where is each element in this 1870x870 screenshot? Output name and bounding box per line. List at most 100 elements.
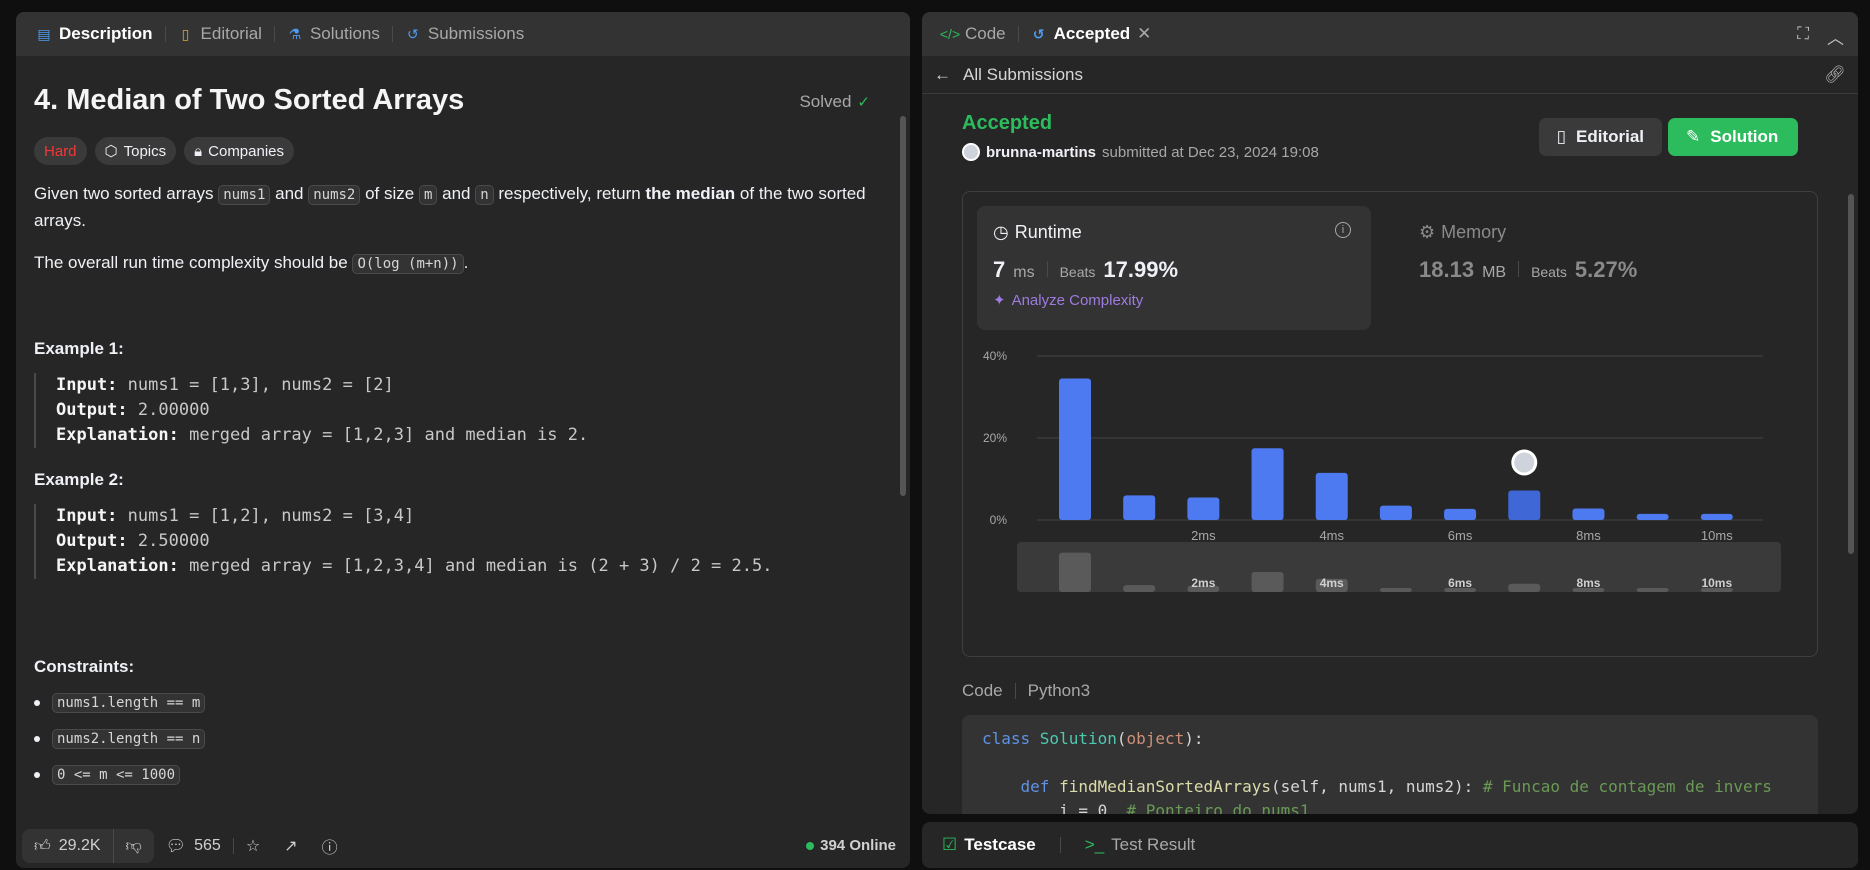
input-value: nums1 = [1,2], nums2 = [3,4] — [127, 506, 415, 526]
all-submissions-link[interactable]: All Submissions — [963, 65, 1083, 85]
tab-submissions[interactable]: ↺ Submissions — [397, 12, 532, 56]
explanation-label: Explanation: — [56, 425, 179, 445]
text: The overall run time complexity should b… — [34, 253, 353, 272]
topics-label: Topics — [123, 142, 167, 160]
bullet — [34, 700, 40, 706]
runtime-card[interactable]: ◷ Runtime i 7 ms Beats 17.99% ✦ Analyze … — [977, 206, 1371, 330]
fullscreen-icon[interactable]: ⛶ — [1797, 24, 1809, 49]
analyze-complexity-label: Analyze Complexity — [1011, 291, 1144, 309]
tab-editorial[interactable]: ▯ Editorial — [170, 12, 270, 56]
code-token: ( — [1116, 729, 1127, 748]
y-tick-label: 40% — [983, 349, 1007, 363]
memory-label-text: Memory — [1441, 222, 1507, 242]
chart-bar — [1315, 472, 1348, 520]
description-icon: ▤ — [37, 25, 51, 42]
code-header: Code Python3 — [962, 681, 1818, 701]
scrollbar[interactable] — [1848, 194, 1854, 554]
tab-description[interactable]: ▤ Description — [28, 12, 161, 56]
clock-icon: ◷ — [993, 222, 1009, 242]
link-icon[interactable]: 🔗︎ — [1824, 65, 1846, 85]
tab-separator — [1059, 837, 1061, 853]
tab-test-result-label: Test Result — [1111, 835, 1196, 854]
chevron-up-icon[interactable]: ︿ — [1827, 24, 1844, 49]
code-token: ): — [1184, 729, 1204, 748]
tab-solutions[interactable]: ⚗ Solutions — [279, 12, 388, 56]
explanation-value: merged array = [1,2,3] and median is 2. — [189, 425, 589, 445]
share-button[interactable]: ↗ — [272, 836, 309, 856]
dislike-button[interactable]: 👎︎ — [112, 829, 154, 863]
tab-testcase-label: Testcase — [964, 835, 1036, 854]
list-item: nums2.length == n — [34, 729, 892, 749]
like-dislike-group: 👍︎ 29.2K 👎︎ — [22, 829, 154, 863]
submission-panel: </> Code ↺ Accepted ✕ ⛶ ︿ ← All Submissi… — [922, 12, 1858, 814]
list-item: 0 <= m <= 1000 — [34, 765, 892, 785]
language-label: Python3 — [1027, 681, 1091, 700]
description-footer: 👍︎ 29.2K 👎︎ 💬︎ 565 ☆ ↗ ⓘ 394 Online — [16, 824, 910, 868]
submitted-time: submitted at Dec 23, 2024 19:08 — [1102, 143, 1319, 161]
overview-bar — [1508, 583, 1541, 592]
chart-bar — [1444, 508, 1477, 520]
help-button[interactable]: ⓘ — [310, 834, 350, 858]
like-button[interactable]: 👍︎ 29.2K — [22, 829, 113, 863]
panel-controls: ⛶ ︿ — [1797, 24, 1844, 49]
avatar[interactable] — [962, 143, 980, 161]
check-circle-icon: ✓ — [857, 94, 870, 111]
history-icon: ↺ — [407, 25, 419, 42]
close-icon[interactable]: ✕ — [1137, 24, 1151, 44]
comment-icon: 💬︎ — [165, 838, 187, 855]
editorial-button[interactable]: ▯ Editorial — [1538, 118, 1662, 156]
code-viewer[interactable]: class Solution(object): def findMedianSo… — [962, 715, 1818, 814]
overview-tick-label: 6ms — [1448, 576, 1472, 590]
analyze-complexity-button[interactable]: ✦ Analyze Complexity — [993, 291, 1355, 310]
overview-bar — [1059, 552, 1091, 592]
tab-testcase[interactable]: ☑ Testcase — [934, 822, 1044, 868]
problem-title[interactable]: 4. Median of Two Sorted Arrays — [34, 84, 892, 117]
bullet — [34, 736, 40, 742]
comments-button[interactable]: 💬︎ 565 — [154, 836, 233, 856]
list-item: nums1.length == m — [34, 693, 892, 713]
tab-test-result[interactable]: >_ Test Result — [1077, 822, 1203, 868]
explanation-label: Explanation: — [56, 556, 179, 576]
book-icon: ▯ — [181, 25, 190, 42]
info-icon[interactable]: i — [1335, 222, 1351, 238]
editorial-button-label: Editorial — [1575, 127, 1644, 146]
memory-unit: MB — [1482, 264, 1507, 281]
user-avatar-marker-inner — [1514, 452, 1535, 473]
tab-code[interactable]: </> Code — [934, 12, 1014, 56]
terminal-icon: >_ — [1084, 835, 1105, 854]
topics-tag[interactable]: ⬡ Topics — [94, 137, 177, 165]
arrow-left-icon[interactable]: ← — [934, 65, 951, 85]
overview-bar — [1379, 588, 1412, 592]
runtime-value-row: 7 ms Beats 17.99% — [993, 257, 1355, 283]
tab-accepted[interactable]: ↺ Accepted ✕ — [1023, 12, 1160, 56]
runtime-distribution-chart[interactable]: 40% 20% 0% 2ms 4ms 6ms 8ms 10ms 2ms 4ms 6ms 8ms 10ms — [963, 342, 1797, 652]
text: respectively, return — [493, 184, 646, 203]
left-tab-bar: ▤ Description ▯ Editorial ⚗ Solutions ↺ … — [16, 12, 910, 56]
bullet — [34, 772, 40, 778]
example-block: Input: nums1 = [1,2], nums2 = [3,4] Outp… — [34, 504, 892, 579]
value-separator — [1046, 261, 1048, 277]
flask-icon: ⚗ — [288, 25, 302, 42]
input-label: Input: — [56, 506, 118, 526]
overview-tick-label: 2ms — [1191, 576, 1215, 590]
username-link[interactable]: brunna-martins — [986, 144, 1096, 161]
overview-tick-label: 10ms — [1701, 576, 1732, 590]
companies-tag[interactable]: 🔒︎ Companies — [184, 137, 295, 165]
comment-count: 565 — [194, 837, 221, 854]
memory-card[interactable]: ⚙ Memory 18.13 MB Beats 5.27% — [1403, 206, 1763, 330]
scrollbar[interactable] — [900, 116, 906, 496]
y-tick-label: 20% — [983, 431, 1007, 445]
text: . — [463, 253, 469, 272]
text: and — [437, 184, 476, 203]
tag-row: Hard ⬡ Topics 🔒︎ Companies — [34, 137, 892, 165]
right-tab-bar: </> Code ↺ Accepted ✕ ⛶ ︿ — [922, 12, 1858, 56]
favorite-button[interactable]: ☆ — [234, 836, 272, 856]
runtime-label-text: Runtime — [1014, 222, 1082, 242]
output-label: Output: — [56, 400, 128, 420]
star-icon: ☆ — [245, 838, 261, 855]
tab-accepted-label: Accepted — [1053, 24, 1131, 43]
like-count: 29.2K — [58, 837, 101, 854]
solution-button[interactable]: ✎ Solution — [1668, 118, 1798, 156]
description-content: 4. Median of Two Sorted Arrays Solved ✓ … — [16, 56, 910, 836]
tag-icon: ⬡ — [104, 143, 118, 160]
